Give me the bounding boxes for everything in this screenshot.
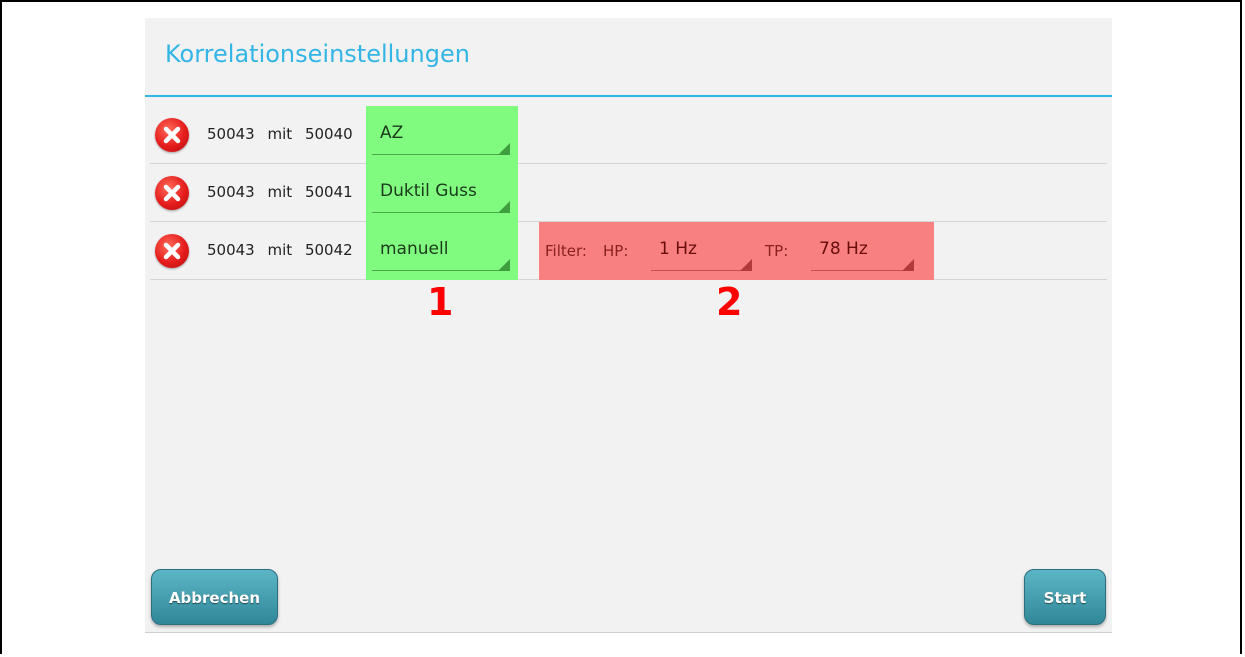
sensor-pair: 50043 mit 50042 — [207, 241, 361, 259]
correlation-row: 50043 mit 50041 Duktil Guss — [150, 164, 1107, 222]
material-spinner[interactable]: AZ — [366, 106, 518, 164]
hp-value: 1 Hz — [659, 239, 697, 259]
spinner-triangle-icon — [902, 259, 914, 271]
sensor-pair: 50043 mit 50041 — [207, 183, 361, 201]
sensor-to: 50041 — [304, 183, 353, 201]
close-icon — [163, 242, 181, 260]
spinner-triangle-icon — [740, 259, 752, 271]
sensor-to: 50040 — [304, 125, 353, 143]
material-spinner[interactable]: Duktil Guss — [366, 164, 518, 222]
material-spinner[interactable]: manuell — [366, 222, 518, 280]
cancel-button[interactable]: Abbrechen — [151, 569, 278, 625]
sensor-to: 50042 — [304, 241, 353, 259]
delete-row-button[interactable] — [155, 234, 189, 268]
hp-spinner[interactable]: 1 Hz — [645, 222, 760, 280]
annotation-marker-2: 2 — [716, 280, 743, 324]
filter-settings: Filter: HP: 1 Hz TP: 78 Hz — [539, 222, 934, 280]
spinner-underline — [372, 212, 510, 213]
spinner-underline — [811, 270, 914, 271]
annotation-marker-1: 1 — [427, 280, 454, 324]
pair-connector: mit — [267, 183, 293, 201]
delete-row-button[interactable] — [155, 118, 189, 152]
delete-row-button[interactable] — [155, 176, 189, 210]
correlation-row: 50043 mit 50040 AZ — [150, 106, 1107, 164]
title-divider — [145, 95, 1112, 97]
correlation-settings-dialog: Korrelationseinstellungen 50043 mit 5004… — [145, 18, 1112, 633]
dialog-title: Korrelationseinstellungen — [165, 40, 470, 68]
sensor-from: 50043 — [207, 183, 255, 201]
tp-label: TP: — [765, 242, 789, 260]
material-value: manuell — [380, 239, 449, 259]
pair-connector: mit — [267, 125, 293, 143]
sensor-from: 50043 — [207, 125, 255, 143]
spinner-underline — [372, 270, 510, 271]
sensor-pair: 50043 mit 50040 — [207, 125, 361, 143]
material-value: AZ — [380, 123, 404, 143]
start-button[interactable]: Start — [1024, 569, 1106, 625]
close-icon — [163, 126, 181, 144]
correlation-row: 50043 mit 50042 manuell Filter: HP: 1 Hz… — [150, 222, 1107, 280]
hp-label: HP: — [603, 242, 629, 260]
tp-value: 78 Hz — [819, 239, 868, 259]
spinner-triangle-icon — [498, 201, 510, 213]
spinner-triangle-icon — [498, 143, 510, 155]
sensor-from: 50043 — [207, 241, 255, 259]
spinner-underline — [651, 270, 752, 271]
filter-label: Filter: — [545, 242, 587, 260]
material-value: Duktil Guss — [380, 181, 477, 201]
tp-spinner[interactable]: 78 Hz — [805, 222, 922, 280]
spinner-triangle-icon — [498, 259, 510, 271]
spinner-underline — [372, 154, 510, 155]
close-icon — [163, 184, 181, 202]
pair-connector: mit — [267, 241, 293, 259]
